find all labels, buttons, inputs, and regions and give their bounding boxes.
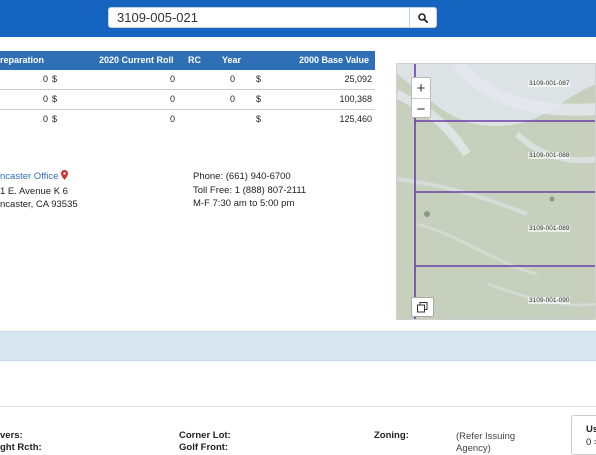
zoning-label: Zoning:	[374, 430, 409, 441]
search-icon	[418, 12, 428, 23]
table-header: reparation 2020 Current Roll RC Year 200…	[0, 51, 375, 70]
cell-currency: $	[52, 74, 58, 84]
table-row: 0 $ 0 0 $ 100,368	[0, 90, 375, 110]
parcel-label[interactable]: 3109-001-090	[528, 297, 571, 304]
owners-label: vers:	[0, 430, 23, 441]
cell-base-value: 125,460	[339, 114, 372, 124]
cell-currency: $	[256, 114, 262, 124]
col-header-current-roll: 2020 Current Roll	[99, 55, 174, 65]
cell-current-roll: 0	[169, 74, 175, 84]
cell-rc: 0	[229, 74, 235, 84]
zoom-control: + −	[411, 77, 431, 118]
corner-lot-label: Corner Lot:	[179, 430, 231, 441]
cell-base-value: 25,092	[344, 74, 372, 84]
cell-currency: $	[52, 114, 58, 124]
cell-currency: $	[52, 94, 58, 104]
use-value: 0 =	[586, 437, 596, 448]
cell-currency: $	[256, 94, 262, 104]
parcel-map[interactable]: + − 3109-001-087 3109-001-088 3109-001-0…	[396, 63, 596, 320]
cell-base-value: 100,368	[339, 94, 372, 104]
office-phone: Phone: (661) 940-6700	[193, 171, 291, 182]
copy-layers-icon	[417, 301, 428, 312]
office-name-link[interactable]: ncaster Office	[0, 171, 58, 182]
office-hours: M-F 7:30 am to 5:00 pm	[193, 198, 295, 209]
map-pin-icon[interactable]	[61, 170, 69, 185]
office-address-line1: 1 E. Avenue K 6	[0, 185, 68, 197]
table-row: 0 $ 0 0 $ 25,092	[0, 70, 375, 90]
search-button[interactable]	[409, 7, 437, 28]
golf-front-label: Golf Front:	[179, 442, 229, 453]
zoom-out-button[interactable]: −	[412, 99, 430, 119]
divider	[0, 406, 596, 407]
parcel-label[interactable]: 3109-001-087	[528, 80, 571, 87]
parcel-label[interactable]: 3109-001-088	[528, 152, 571, 159]
cell-current-roll: 0	[169, 114, 175, 124]
section-divider-band	[0, 331, 596, 361]
layers-button[interactable]	[411, 297, 434, 317]
cell-currency: $	[256, 74, 262, 84]
cell-preparation: 0	[42, 74, 48, 84]
office-contact: Phone: (661) 940-6700 Toll Free: 1 (888)…	[193, 170, 306, 211]
cell-rc: 0	[229, 94, 235, 104]
search-input[interactable]: 3109-005-021	[108, 7, 410, 28]
col-header-base-value: 2000 Base Value	[299, 55, 370, 65]
col-header-year: Year	[222, 55, 242, 65]
cell-preparation: 0	[42, 114, 48, 124]
col-header-rc: RC	[188, 55, 201, 65]
office-tollfree: Toll Free: 1 (888) 807-2111	[193, 184, 307, 196]
cell-current-roll: 0	[169, 94, 175, 104]
col-header-preparation: reparation	[0, 55, 45, 65]
use-label: Us	[586, 424, 596, 435]
office-address: ncaster Office 1 E. Avenue K 6 ncaster, …	[0, 170, 78, 212]
office-address-line2: ncaster, CA 93535	[0, 199, 78, 210]
zoom-in-button[interactable]: +	[412, 78, 430, 98]
cell-preparation: 0	[42, 94, 48, 104]
parcel-label[interactable]: 3109-001-089	[528, 225, 571, 232]
table-row: 0 $ 0 $ 125,460	[0, 110, 375, 130]
right-path-label: ght Rcth:	[0, 442, 42, 453]
use-card: Us 0 =	[571, 415, 596, 455]
zoning-value-2: Agency)	[456, 443, 491, 454]
